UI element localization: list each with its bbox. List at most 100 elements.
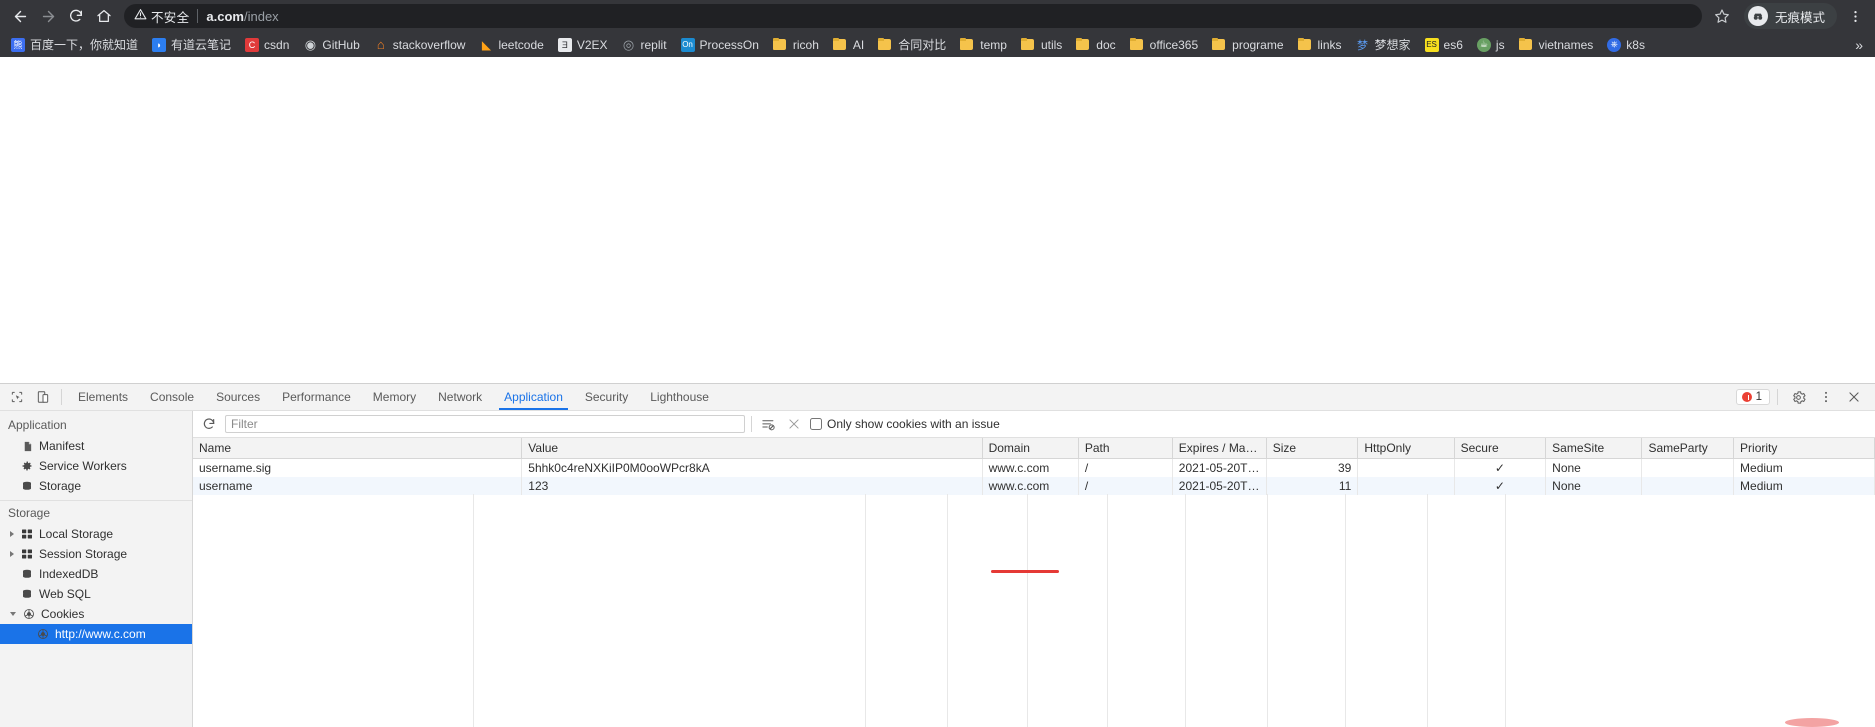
cell-domain[interactable]: www.c.com [982,458,1079,477]
column-header-domain[interactable]: Domain [982,438,1079,459]
devtools-more-menu-button[interactable] [1813,386,1839,408]
table-row[interactable]: username.sig 5hhk0c4reNXKiIP0M0ooWPcr8kA w… [193,458,1875,477]
cell-name[interactable]: username [193,477,523,495]
sidebar-item-cookies[interactable]: Cookies [0,604,192,624]
bookmark-item[interactable]: vietnames [1512,36,1601,54]
bookmark-item[interactable]: ◗ 有道云笔记 [145,36,238,54]
bookmark-item[interactable]: AI [826,36,871,54]
bookmark-item[interactable]: ☕ js [1470,36,1512,54]
sidebar-item-service-workers[interactable]: Service Workers [0,456,192,476]
bookmark-item[interactable]: 合同对比 [871,36,953,54]
column-header-path[interactable]: Path [1078,438,1173,459]
device-toolbar-icon[interactable] [30,386,56,408]
tab-application[interactable]: Application [493,384,574,410]
cell-httponly[interactable] [1357,458,1455,477]
cell-path[interactable]: / [1078,477,1173,495]
bookmark-item[interactable]: Ǝ V2EX [551,36,615,54]
cell-secure[interactable]: ✓ [1454,458,1547,477]
cell-size[interactable]: 11 [1266,477,1359,495]
cell-sameparty[interactable] [1641,477,1735,495]
bookmark-item[interactable]: ◉ GitHub [296,36,366,54]
sidebar-item-storage[interactable]: Storage [0,476,192,496]
column-header-expires-max[interactable]: Expires / Max-… [1172,438,1267,459]
tab-elements[interactable]: Elements [67,384,139,410]
only-show-issues-checkbox[interactable]: Only show cookies with an issue [810,417,1000,431]
bookmark-item[interactable]: On ProcessOn [674,36,766,54]
bookmark-item[interactable]: ◎ replit [615,36,674,54]
cell-domain[interactable]: www.c.com [982,477,1079,495]
table-row[interactable]: username 123 www.c.com/2021-05-20T0… 11 ✓ Non… [193,477,1875,495]
error-count-badge[interactable]: 1 [1735,389,1770,405]
back-button[interactable] [6,2,34,30]
cell-samesite[interactable]: None [1545,477,1643,495]
reload-button[interactable] [62,2,90,30]
cell-value[interactable]: 123 [521,477,983,495]
column-header-priority[interactable]: Priority [1733,438,1875,459]
inspect-element-icon[interactable] [4,386,30,408]
cell-httponly[interactable] [1357,477,1455,495]
clear-list-icon[interactable] [758,414,778,434]
url-display[interactable]: a.com/index [206,9,278,24]
tab-network[interactable]: Network [427,384,493,410]
column-header-samesite[interactable]: SameSite [1545,438,1643,459]
gear-icon[interactable] [1785,386,1811,408]
bookmark-item[interactable]: utils [1014,36,1069,54]
incognito-mode-pill[interactable]: 无痕模式 [1743,3,1837,29]
bookmark-item[interactable]: temp [953,36,1014,54]
tab-security[interactable]: Security [574,384,639,410]
home-button[interactable] [90,2,118,30]
bookmark-item[interactable]: ⎈ k8s [1600,36,1652,54]
cell-path[interactable]: / [1078,458,1173,477]
address-bar[interactable]: 不安全 a.com/index [124,4,1702,28]
cell-value[interactable]: 5hhk0c4reNXKiIP0M0ooWPcr8kA [521,458,983,477]
bookmark-item[interactable]: ⌂ stackoverflow [367,36,473,54]
bookmark-item[interactable]: 梦梦想家 [1349,36,1418,54]
bookmark-item[interactable]: ricoh [766,36,826,54]
sidebar-item-http-www-c-com[interactable]: http://www.c.com [0,624,192,644]
tab-performance[interactable]: Performance [271,384,362,410]
bookmark-item[interactable]: Ccsdn [238,36,296,54]
sidebar-item-local-storage[interactable]: Local Storage [0,524,192,544]
bookmarks-overflow-button[interactable]: » [1847,37,1871,53]
cell-secure[interactable]: ✓ [1454,477,1547,495]
chevron-right-icon[interactable] [10,531,14,537]
cell-samesite[interactable]: None [1545,458,1643,477]
chevron-down-icon[interactable] [10,612,16,616]
filter-input[interactable] [225,415,745,433]
bookmark-item[interactable]: office365 [1123,36,1206,54]
tab-console[interactable]: Console [139,384,205,410]
bookmark-item[interactable]: ◣ leetcode [472,36,550,54]
bookmark-item[interactable]: ES es6 [1418,36,1470,54]
column-header-name[interactable]: Name [193,438,523,459]
column-header-size[interactable]: Size [1266,438,1359,459]
close-icon[interactable] [1841,386,1867,408]
bookmark-item[interactable]: doc [1069,36,1122,54]
sidebar-item-session-storage[interactable]: Session Storage [0,544,192,564]
cell-size[interactable]: 39 [1266,458,1359,477]
close-x-icon[interactable] [784,414,804,434]
cell-sameparty[interactable] [1641,458,1735,477]
only-show-issues-input[interactable] [810,418,822,430]
column-header-value[interactable]: Value [521,438,983,459]
browser-menu-button[interactable] [1841,2,1869,30]
forward-button[interactable] [34,2,62,30]
cell-priority[interactable]: Medium [1733,477,1875,495]
cell-expires-max[interactable]: 2021-05-20T0… [1172,458,1267,477]
column-header-sameparty[interactable]: SameParty [1641,438,1735,459]
tab-sources[interactable]: Sources [205,384,271,410]
column-header-secure[interactable]: Secure [1454,438,1547,459]
cell-expires-max[interactable]: 2021-05-20T0… [1172,477,1267,495]
tab-lighthouse[interactable]: Lighthouse [639,384,720,410]
sidebar-item-indexeddb[interactable]: IndexedDB [0,564,192,584]
bookmark-item[interactable]: programe [1205,36,1290,54]
chevron-right-icon[interactable] [10,551,14,557]
security-status-chip[interactable]: 不安全 [134,7,189,26]
tab-memory[interactable]: Memory [362,384,427,410]
cell-priority[interactable]: Medium [1733,458,1875,477]
bookmark-item[interactable]: 熊百度一下，你就知道 [4,36,145,54]
sidebar-item-web-sql[interactable]: Web SQL [0,584,192,604]
refresh-icon[interactable] [199,414,219,434]
column-header-httponly[interactable]: HttpOnly [1357,438,1455,459]
cell-name[interactable]: username.sig [193,458,523,477]
star-icon[interactable] [1708,2,1736,30]
